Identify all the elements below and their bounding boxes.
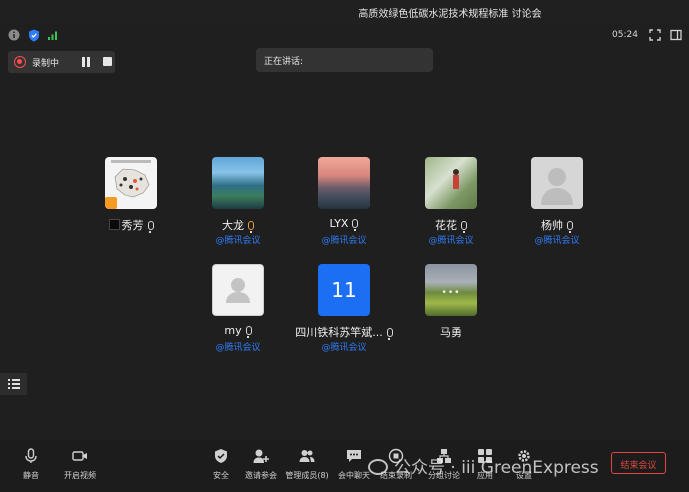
- window-title: 高质效绿色低碳水泥技术规程标准 讨论会: [358, 9, 542, 20]
- participant-name: 花花: [435, 219, 457, 232]
- participant-tile[interactable]: my @腾讯会议: [188, 264, 288, 354]
- participant-tile[interactable]: 秀芳: [81, 157, 181, 247]
- chat-icon: [347, 450, 361, 462]
- participant-avatar: [105, 157, 157, 209]
- participant-source: @腾讯会议: [321, 236, 367, 246]
- participant-name-row: 马勇: [401, 324, 501, 340]
- info-icon[interactable]: [7, 28, 21, 42]
- participant-avatar: [318, 157, 370, 209]
- members-icon: [299, 450, 315, 462]
- mute-label: 静音: [23, 471, 39, 480]
- participant-tile[interactable]: 花花 @腾讯会议: [401, 157, 501, 247]
- participant-source: @腾讯会议: [534, 236, 580, 246]
- mic-icon: [352, 219, 359, 231]
- stop-recording-button[interactable]: [103, 57, 112, 66]
- mic-icon: [25, 448, 37, 463]
- mute-button[interactable]: 静音: [8, 448, 54, 488]
- shield-icon: [215, 449, 227, 463]
- participant-tile[interactable]: 大龙 @腾讯会议: [188, 157, 288, 247]
- participant-name: 秀芳: [121, 219, 144, 232]
- participant-name: 大龙: [222, 219, 244, 232]
- sidebar-toggle-icon[interactable]: [669, 28, 683, 42]
- participant-avatar: [212, 157, 264, 209]
- list-icon: [8, 379, 20, 389]
- app-badge-icon: [108, 219, 120, 230]
- start-video-label: 开启视频: [64, 471, 96, 480]
- speaking-label: 正在讲话:: [264, 57, 304, 67]
- start-video-button[interactable]: 开启视频: [57, 448, 103, 488]
- mic-icon: [567, 221, 573, 233]
- security-shield-icon[interactable]: [27, 28, 41, 42]
- participant-name: my: [224, 324, 242, 337]
- participant-name: 马勇: [440, 326, 462, 339]
- participant-name-row: LYX: [294, 217, 394, 231]
- participant-name-row: 秀芳: [81, 217, 181, 233]
- record-dot-icon: [14, 56, 26, 68]
- status-row: 05:24: [0, 24, 689, 46]
- invite-user-icon: [253, 449, 269, 463]
- speaking-indicator: 正在讲话:: [256, 48, 433, 72]
- member-list-toggle-button[interactable]: [0, 373, 27, 395]
- participant-source: @腾讯会议: [428, 236, 474, 246]
- participant-name: 杨帅: [541, 219, 563, 232]
- participant-avatar: [425, 157, 477, 209]
- participant-name: 四川铁科苏竿斌...: [295, 326, 383, 339]
- participant-name-row: 杨帅: [507, 217, 607, 233]
- recording-label: 录制中: [32, 59, 60, 69]
- title-bar: 高质效绿色低碳水泥技术规程标准 讨论会: [0, 0, 689, 24]
- participant-avatar: [531, 157, 583, 209]
- loading-dots-icon: •••: [441, 288, 461, 298]
- camera-icon: [72, 451, 87, 461]
- mic-icon: [386, 328, 393, 340]
- participant-source: @腾讯会议: [215, 236, 261, 246]
- watermark-text: 公众号 · iii GreenExpress: [394, 458, 599, 478]
- wechat-logo-icon: [368, 459, 388, 475]
- participant-name: LYX: [329, 217, 349, 230]
- invite-button[interactable]: 邀请参会: [238, 448, 284, 488]
- participant-source: @腾讯会议: [215, 343, 261, 353]
- participant-tile[interactable]: 11 四川铁科苏竿斌... @腾讯会议: [294, 264, 394, 354]
- recording-indicator: 录制中: [8, 51, 115, 73]
- participant-source: @腾讯会议: [321, 343, 367, 353]
- participant-name-row: 大龙: [188, 217, 288, 233]
- participant-name-row: 花花: [401, 217, 501, 233]
- participant-tile[interactable]: LYX @腾讯会议: [294, 157, 394, 247]
- participant-name-row: 四川铁科苏竿斌...: [284, 324, 404, 340]
- mic-icon: [147, 221, 154, 233]
- participant-avatar: [212, 264, 264, 316]
- pause-recording-button[interactable]: [80, 56, 92, 68]
- download-badge-icon: [105, 197, 117, 209]
- watermark: 公众号 · iii GreenExpress: [368, 453, 688, 478]
- participant-avatar: •••: [425, 264, 477, 316]
- mic-speaking-icon: [248, 221, 254, 233]
- signal-strength-icon: [46, 28, 60, 42]
- fullscreen-icon[interactable]: [648, 28, 662, 42]
- participant-tile[interactable]: 杨帅 @腾讯会议: [507, 157, 607, 247]
- participant-tile[interactable]: ••• 马勇: [401, 264, 501, 354]
- participant-avatar: 11: [318, 264, 370, 316]
- mic-icon: [461, 221, 467, 233]
- manage-members-label: 管理成员(8): [285, 471, 329, 480]
- mic-icon: [245, 326, 252, 338]
- manage-members-button[interactable]: 管理成员(8): [284, 448, 330, 488]
- participant-name-row: my: [188, 324, 288, 338]
- meeting-timer: 05:24: [612, 30, 638, 40]
